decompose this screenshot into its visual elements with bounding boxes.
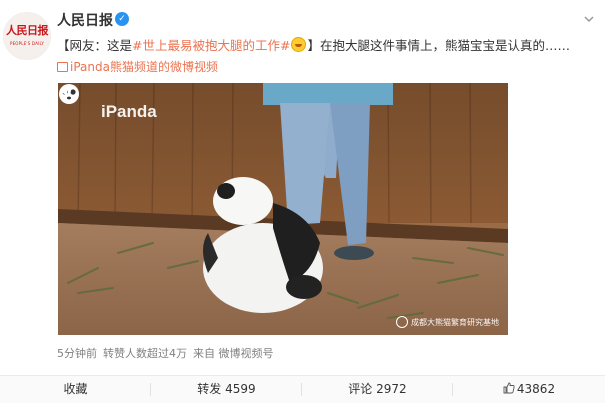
video-source-link[interactable]: iPanda熊猫频道的微博视频 xyxy=(57,58,218,75)
video-icon xyxy=(57,62,68,72)
engagement-note: 转赞人数超过4万 xyxy=(103,347,187,360)
repost-label: 转发 xyxy=(197,382,222,396)
post-prefix: 【网友：这是 xyxy=(57,38,133,53)
favorite-button[interactable]: 收藏 xyxy=(0,376,151,403)
more-chevron-icon[interactable] xyxy=(583,13,595,25)
hashtag-link[interactable]: #世上最易被抱大腿的工作# xyxy=(132,38,290,53)
comment-label: 评论 xyxy=(348,382,373,396)
repost-count: 4599 xyxy=(225,382,256,396)
action-bar: 收藏 转发 4599 评论 2972 43862 xyxy=(0,376,605,403)
watermark-brand: iPanda xyxy=(101,102,157,121)
video-player[interactable]: iPanda 成都大熊猫繁育研究基地 xyxy=(58,83,508,335)
post-time[interactable]: 5分钟前 xyxy=(57,347,97,360)
emoji-icon xyxy=(291,37,307,52)
post-suffix: 】在抱大腿这件事情上，熊猫宝宝是认真的…… xyxy=(307,38,570,53)
repost-button[interactable]: 转发 4599 xyxy=(151,376,302,403)
post-source[interactable]: 来自 微博视频号 xyxy=(193,347,274,360)
post-meta: 5分钟前 转赞人数超过4万 来自 微博视频号 xyxy=(57,345,280,361)
avatar-logo-text: 人民日报 xyxy=(6,24,49,37)
watermark-credit: 成都大熊猫繁育研究基地 xyxy=(411,318,499,327)
weibo-post-card: 人民日报 PEOPLE'S DAILY 人民日报 ✓ 【网友：这是#世上最易被抱… xyxy=(0,0,605,403)
verified-icon: ✓ xyxy=(115,12,129,26)
favorite-label: 收藏 xyxy=(63,382,88,396)
video-source-label: iPanda熊猫频道的微博视频 xyxy=(70,60,218,74)
volume-icon[interactable] xyxy=(58,83,74,99)
like-button[interactable]: 43862 xyxy=(453,376,605,403)
credit-logo-icon xyxy=(396,316,408,328)
like-count: 43862 xyxy=(516,382,556,396)
like-thumb-icon xyxy=(503,382,515,394)
user-name[interactable]: 人民日报 xyxy=(57,10,113,30)
avatar[interactable]: 人民日报 PEOPLE'S DAILY xyxy=(3,12,51,60)
avatar-logo-subtext: PEOPLE'S DAILY xyxy=(9,41,45,46)
comment-count: 2972 xyxy=(376,382,407,396)
post-text: 【网友：这是#世上最易被抱大腿的工作# 】在抱大腿这件事情上，熊猫宝宝是认真的…… xyxy=(57,37,597,55)
comment-button[interactable]: 评论 2972 xyxy=(302,376,453,403)
